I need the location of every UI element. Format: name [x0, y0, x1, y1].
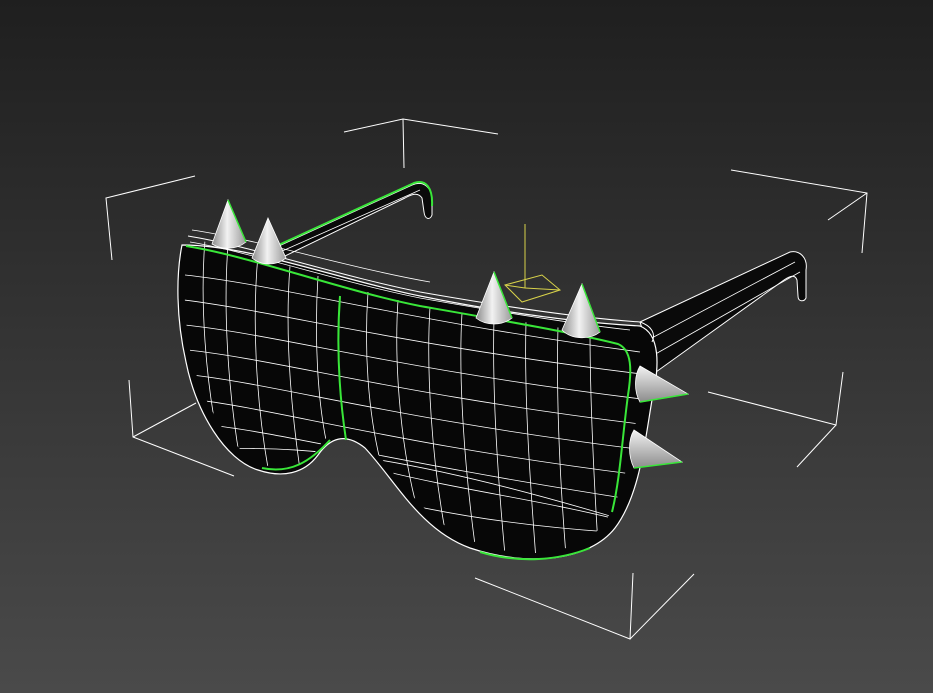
viewport-scene[interactable]	[0, 0, 933, 693]
3d-viewport[interactable]	[0, 0, 933, 693]
